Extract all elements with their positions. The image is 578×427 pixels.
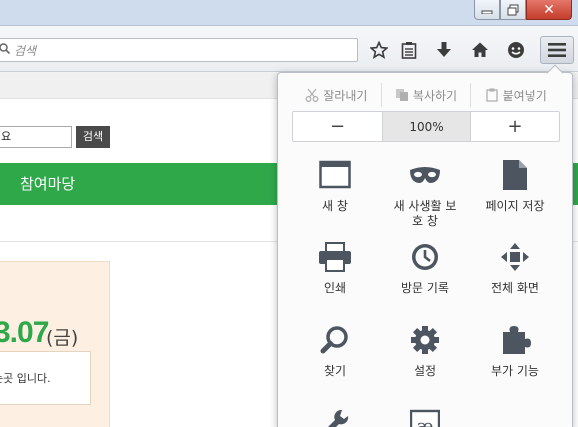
- paste-label: 붙여넣기: [502, 88, 547, 103]
- bookmark-star-icon: [370, 41, 388, 59]
- zoom-out-button[interactable]: −: [293, 112, 382, 141]
- new-window-label: 새 창: [322, 199, 348, 213]
- close-icon: ✕: [543, 1, 555, 18]
- print-button[interactable]: 인쇄: [290, 239, 380, 296]
- notice-box: 는곳 입니다.: [0, 351, 91, 405]
- developer-tools-button[interactable]: [290, 405, 380, 427]
- character-encoding-icon: æ: [380, 405, 470, 427]
- download-button[interactable]: [431, 38, 457, 62]
- addons-label: 부가 기능: [491, 364, 539, 378]
- wrench-icon: [290, 405, 380, 427]
- addons-button[interactable]: 부가 기능: [470, 322, 560, 379]
- history-label: 방문 기록: [401, 281, 449, 295]
- find-icon: [290, 322, 380, 358]
- home-icon: [472, 42, 488, 57]
- menu-icon: [548, 43, 566, 57]
- paste-icon: [485, 88, 498, 102]
- cut-icon: [305, 88, 319, 102]
- save-page-icon: [470, 157, 560, 193]
- fullscreen-icon: [470, 239, 560, 275]
- date-number: 3.07: [0, 316, 49, 349]
- character-encoding-button[interactable]: æ: [380, 405, 470, 427]
- navigation-toolbar: 검색: [0, 26, 578, 72]
- search-icon: [0, 43, 11, 57]
- date-day: (금): [46, 327, 79, 349]
- cut-button[interactable]: 잘라내기: [292, 83, 381, 107]
- app-menu-panel: 잘라내기 복사하기 붙여넣기 − 100% + 새 창 새 사생활 보호 창 페…: [277, 64, 573, 427]
- minimize-icon: [481, 10, 493, 14]
- zoom-controls: − 100% +: [292, 111, 560, 142]
- cut-label: 잘라내기: [323, 88, 368, 103]
- history-button[interactable]: 방문 기록: [380, 239, 470, 296]
- fullscreen-label: 전체 화면: [491, 281, 539, 295]
- copy-icon: [395, 89, 408, 101]
- history-icon: [380, 239, 470, 275]
- reading-list-button[interactable]: [396, 38, 422, 62]
- notice-text: 는곳 입니다.: [0, 372, 51, 385]
- download-icon: [437, 42, 451, 57]
- site-search-input[interactable]: 요: [0, 126, 72, 148]
- paste-button[interactable]: 붙여넣기: [470, 83, 560, 107]
- menu-button[interactable]: [540, 36, 574, 64]
- options-icon: [380, 322, 470, 358]
- new-window-button[interactable]: 새 창: [290, 157, 380, 214]
- hello-button[interactable]: [503, 38, 529, 62]
- save-page-button[interactable]: 페이지 저장: [470, 157, 560, 214]
- edit-controls: 잘라내기 복사하기 붙여넣기: [292, 83, 560, 107]
- hello-icon: [508, 42, 524, 58]
- addons-icon: [470, 322, 560, 358]
- copy-label: 복사하기: [412, 88, 458, 103]
- private-window-label: 새 사생활 보호 창: [393, 199, 457, 228]
- print-icon: [290, 239, 380, 275]
- find-label: 찾기: [323, 364, 347, 378]
- private-window-icon: [380, 157, 470, 193]
- search-bar[interactable]: 검색: [0, 38, 358, 62]
- find-button[interactable]: 찾기: [290, 322, 380, 379]
- svg-text:æ: æ: [417, 416, 434, 427]
- search-placeholder: 검색: [14, 43, 37, 58]
- close-button[interactable]: ✕: [526, 0, 572, 20]
- save-page-label: 페이지 저장: [485, 199, 545, 213]
- zoom-reset-button[interactable]: 100%: [382, 112, 471, 141]
- private-window-button[interactable]: 새 사생활 보호 창: [380, 157, 470, 229]
- new-window-icon: [290, 157, 380, 193]
- site-search-button[interactable]: 검색: [76, 126, 110, 148]
- restore-button[interactable]: [500, 0, 526, 20]
- home-button[interactable]: [467, 38, 493, 62]
- nav-item-participation[interactable]: 참여마당: [20, 175, 75, 193]
- print-label: 인쇄: [323, 281, 347, 295]
- bookmark-star-button[interactable]: [366, 38, 392, 62]
- reading-list-icon: [401, 42, 417, 59]
- options-button[interactable]: 설정: [380, 322, 470, 379]
- title-bar: ✕: [0, 0, 578, 26]
- restore-icon: [507, 4, 519, 15]
- zoom-in-button[interactable]: +: [471, 112, 559, 141]
- minimize-button[interactable]: [474, 0, 500, 20]
- fullscreen-button[interactable]: 전체 화면: [470, 239, 560, 296]
- options-label: 설정: [413, 364, 437, 378]
- copy-button[interactable]: 복사하기: [380, 83, 471, 107]
